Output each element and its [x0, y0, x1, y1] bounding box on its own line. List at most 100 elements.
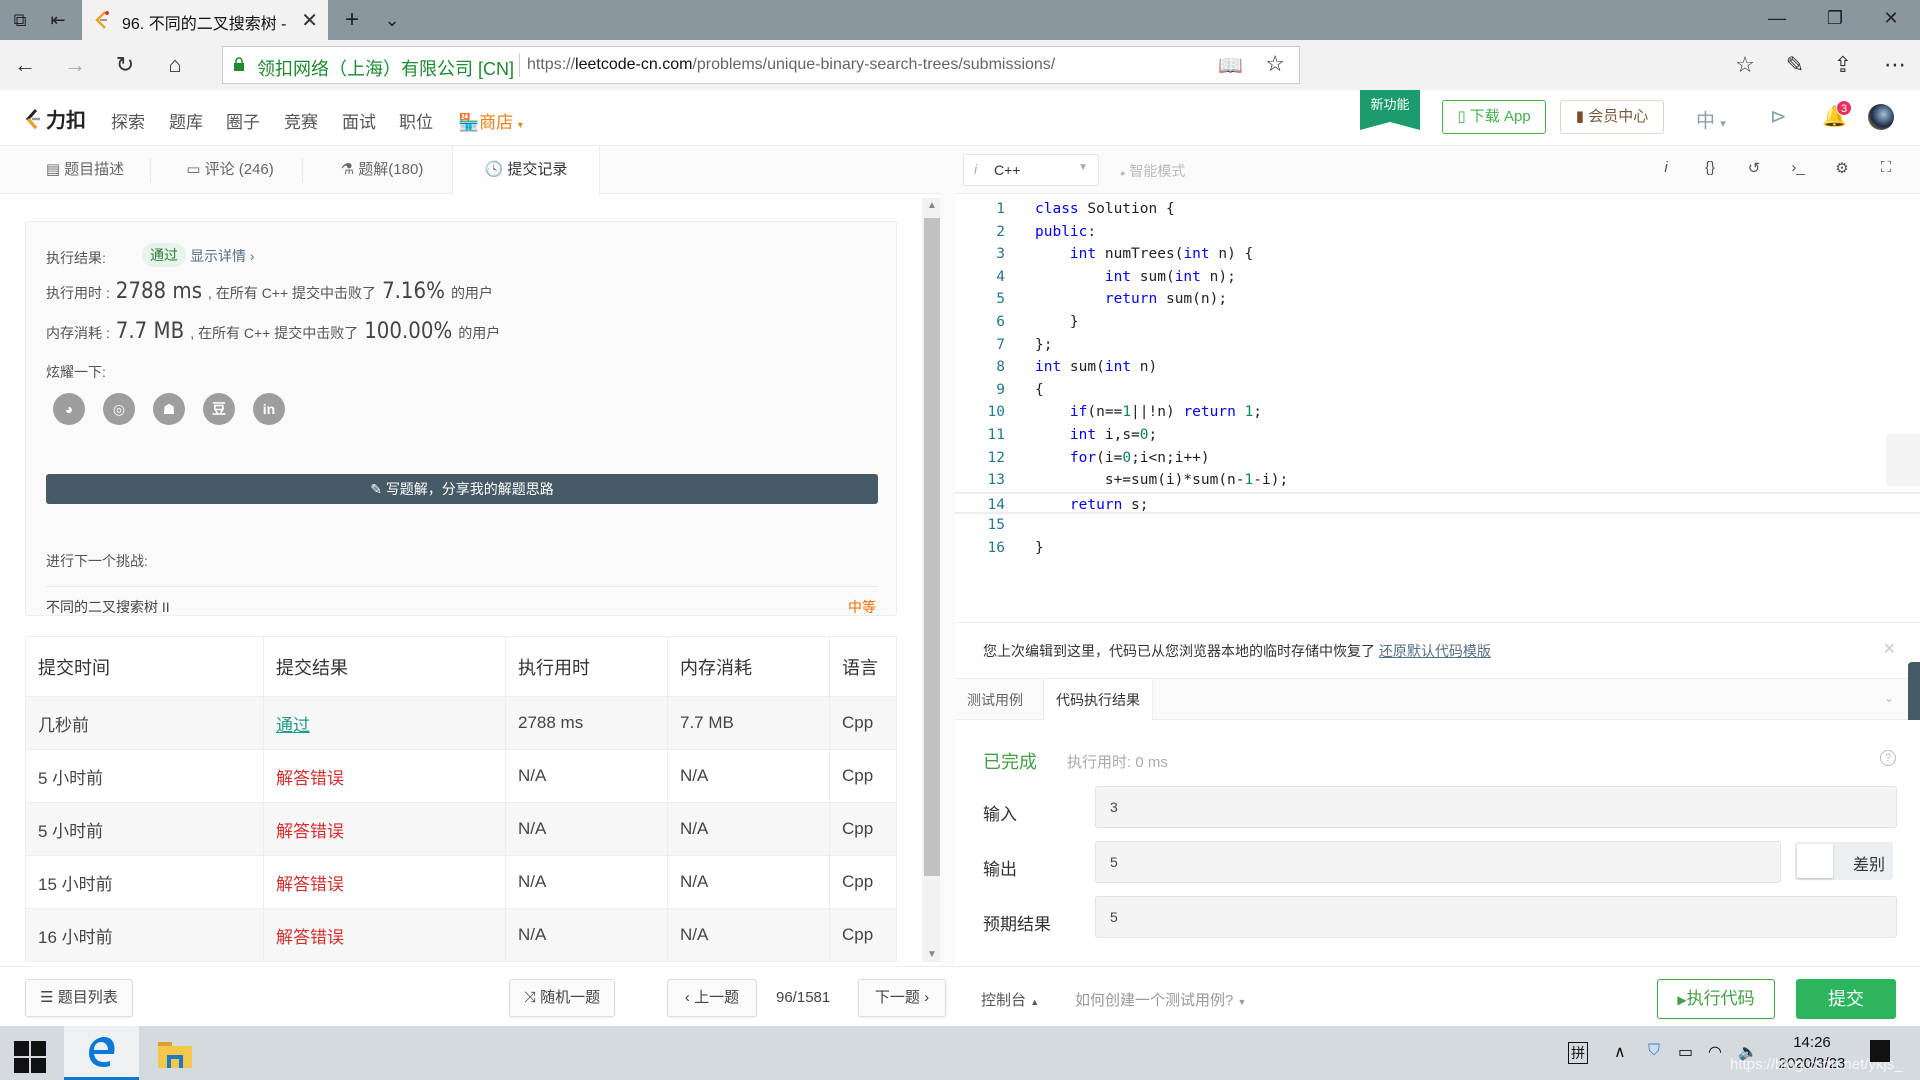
code-line[interactable]: 4 int sum(int n);: [955, 266, 1920, 289]
scrollbar-thumb[interactable]: [924, 218, 940, 876]
submission-result[interactable]: 解答错误: [263, 908, 506, 962]
action-center-icon[interactable]: [1870, 1040, 1890, 1062]
qq-icon[interactable]: ☗: [153, 393, 185, 425]
browser-tab[interactable]: 96. 不同的二叉搜索树 - ✕: [82, 0, 328, 40]
submission-result[interactable]: 通过: [263, 696, 506, 750]
edge-taskbar-item[interactable]: [64, 1026, 139, 1080]
tab-solutions[interactable]: ⚗ 题解(180): [312, 146, 452, 194]
show-hidden-icons-icon[interactable]: ∧: [1614, 1042, 1626, 1062]
side-panel-handle[interactable]: [1886, 434, 1920, 486]
diff-toggle[interactable]: 差别: [1795, 842, 1893, 880]
code-line[interactable]: 9{: [955, 379, 1920, 402]
table-row[interactable]: 15 小时前 解答错误 N/A N/A Cpp: [25, 855, 897, 909]
console-toggle[interactable]: 控制台 ▲: [981, 989, 1039, 1010]
howto-testcase-link[interactable]: 如何创建一个测试用例? ▼: [1075, 989, 1246, 1010]
table-row[interactable]: 5 小时前 解答错误 N/A N/A Cpp: [25, 749, 897, 803]
url-text[interactable]: https://leetcode-cn.com/problems/unique-…: [527, 56, 1055, 74]
random-problem-button[interactable]: ⤨ 随机一题: [509, 979, 615, 1017]
scroll-down-icon[interactable]: ▼: [922, 949, 940, 960]
reading-view-icon[interactable]: 📖: [1218, 53, 1243, 78]
terminal-icon[interactable]: ›_: [1788, 159, 1808, 176]
tab-comments[interactable]: ▭ 评论 (246): [160, 146, 300, 194]
table-row[interactable]: 5 小时前 解答错误 N/A N/A Cpp: [25, 802, 897, 856]
menu-problemset[interactable]: 题库: [169, 108, 203, 133]
share-icon[interactable]: ⇪: [1828, 52, 1858, 78]
favorite-star-icon[interactable]: ☆: [1265, 51, 1285, 77]
download-app-button[interactable]: ▯ 下载 App: [1442, 100, 1546, 134]
menu-contest[interactable]: 竞赛: [284, 108, 318, 133]
format-braces-icon[interactable]: {}: [1700, 159, 1720, 176]
restore-default-link[interactable]: 还原默认代码模版: [1379, 643, 1491, 659]
language-select[interactable]: i C++ ▼: [963, 154, 1099, 186]
code-line[interactable]: 8 int sum(int n): [955, 356, 1920, 379]
menu-jobs[interactable]: 职位: [399, 108, 433, 133]
menu-interview[interactable]: 面试: [342, 108, 376, 133]
code-line[interactable]: 5 return sum(n);: [955, 288, 1920, 311]
code-line[interactable]: 14 return s;: [955, 491, 1920, 515]
wifi-icon[interactable]: ◠: [1708, 1042, 1722, 1062]
close-window-icon[interactable]: ✕: [1876, 8, 1906, 29]
left-scrollbar[interactable]: ▲ ▼: [922, 198, 940, 962]
submission-result[interactable]: 解答错误: [263, 802, 506, 856]
help-icon[interactable]: ?: [1880, 750, 1896, 766]
tab-run-result[interactable]: 代码执行结果: [1043, 679, 1153, 722]
douban-icon[interactable]: 豆: [203, 393, 235, 425]
home-icon[interactable]: ⌂: [160, 52, 190, 78]
menu-circle[interactable]: 圈子: [226, 108, 260, 133]
run-code-button[interactable]: ▶执行代码: [1657, 979, 1775, 1019]
playground-icon[interactable]: ⊳: [1770, 104, 1787, 129]
code-line[interactable]: 13 s+=sum(i)*sum(n-1-i);: [955, 469, 1920, 492]
show-details-link[interactable]: 显示详情 ›: [190, 246, 255, 266]
file-explorer-icon[interactable]: [158, 1040, 192, 1068]
code-line[interactable]: 11 int i,s=0;: [955, 424, 1920, 447]
web-note-icon[interactable]: ✎: [1780, 52, 1810, 78]
tab-submissions[interactable]: 🕓 提交记录: [452, 146, 600, 195]
reset-icon[interactable]: ↺: [1744, 159, 1764, 177]
close-tab-icon[interactable]: ✕: [301, 8, 318, 33]
code-line[interactable]: 10 if(n==1||!n) return 1;: [955, 401, 1920, 424]
more-icon[interactable]: ⋯: [1880, 52, 1910, 78]
forward-icon[interactable]: →: [60, 52, 90, 78]
wechat-icon[interactable]: ◕: [53, 393, 85, 425]
collapse-chevron-icon[interactable]: ⌄: [1884, 691, 1894, 705]
split-pane-divider[interactable]: [940, 146, 955, 1026]
settings-gear-icon[interactable]: ⚙: [1832, 159, 1852, 177]
problem-list-button[interactable]: ☰ 题目列表: [25, 979, 133, 1017]
code-line[interactable]: 1 class Solution {: [955, 198, 1920, 221]
code-line[interactable]: 2 public:: [955, 221, 1920, 244]
info-icon[interactable]: i: [1656, 159, 1676, 176]
vip-center-button[interactable]: ▮ 会员中心: [1560, 100, 1664, 134]
refresh-icon[interactable]: ↻: [110, 52, 140, 78]
linkedin-icon[interactable]: in: [253, 393, 285, 425]
write-solution-button[interactable]: ✎ 写题解，分享我的解题思路: [46, 474, 878, 504]
code-editor[interactable]: 1 class Solution {2 public: 3 int numTrees(…: [955, 194, 1920, 622]
tab-testcase[interactable]: 测试用例: [955, 679, 1035, 721]
menu-store[interactable]: 🏪商店 ▾: [458, 108, 523, 133]
fullscreen-icon[interactable]: ⛶: [1876, 159, 1896, 176]
back-icon[interactable]: ←: [10, 52, 40, 78]
code-line[interactable]: 12 for(i=0;i<n;i++): [955, 447, 1920, 470]
address-bar[interactable]: 领扣网络（上海）有限公司 [CN] https://leetcode-cn.co…: [222, 46, 1300, 84]
submission-result[interactable]: 解答错误: [263, 749, 506, 803]
tab-actions-icon[interactable]: ⧉: [8, 8, 32, 32]
minimize-icon[interactable]: —: [1762, 8, 1792, 29]
windows-start-icon[interactable]: [14, 1041, 46, 1073]
user-avatar[interactable]: [1868, 104, 1894, 130]
tab-description[interactable]: ▤ 题目描述: [20, 146, 150, 194]
favorites-list-icon[interactable]: ☆: [1730, 52, 1760, 78]
set-aside-tabs-icon[interactable]: ⇤: [46, 8, 70, 32]
submission-result[interactable]: 解答错误: [263, 855, 506, 909]
code-line[interactable]: 7};: [955, 334, 1920, 357]
close-notice-icon[interactable]: ✕: [1883, 639, 1896, 659]
table-row[interactable]: 几秒前 通过 2788 ms 7.7 MB Cpp: [25, 696, 897, 750]
ime-indicator[interactable]: 拼: [1568, 1042, 1588, 1064]
submit-button[interactable]: 提交: [1796, 979, 1896, 1019]
code-line[interactable]: 6 }: [955, 311, 1920, 334]
brand-logo[interactable]: 力扣: [24, 104, 86, 133]
prev-problem-button[interactable]: ‹ 上一题: [667, 979, 757, 1017]
table-row[interactable]: 16 小时前 解答错误 N/A N/A Cpp: [25, 908, 897, 962]
menu-explore[interactable]: 探索: [111, 108, 145, 133]
scroll-up-icon[interactable]: ▲: [922, 200, 940, 211]
code-line[interactable]: 15: [955, 514, 1920, 537]
weibo-icon[interactable]: ◎: [103, 393, 135, 425]
